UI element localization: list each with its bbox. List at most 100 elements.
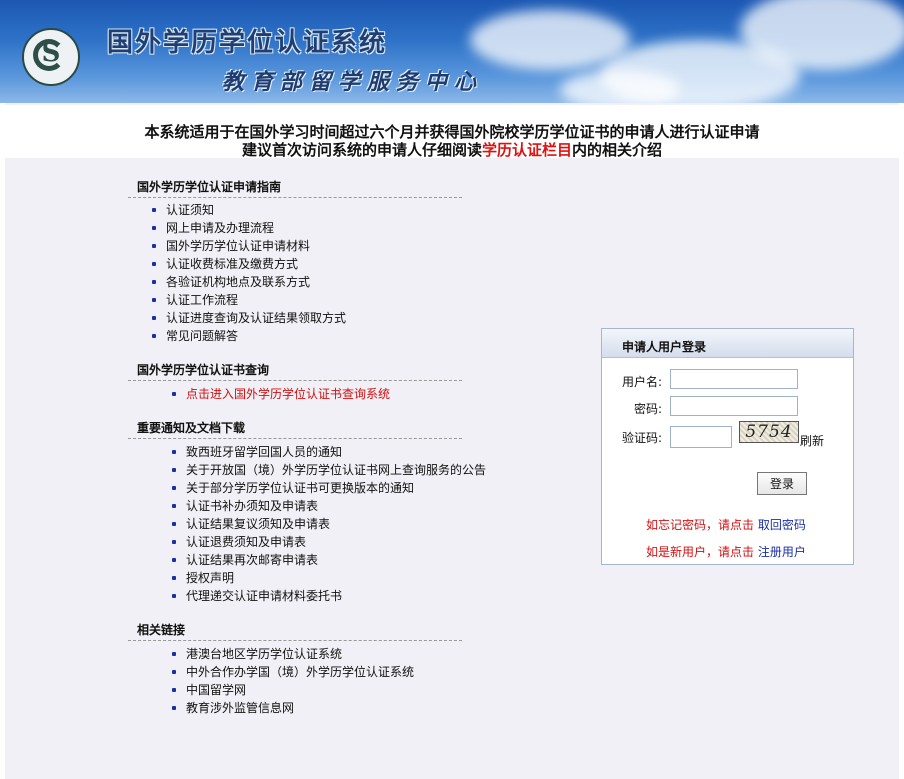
- list-item[interactable]: 认证结果再次邮寄申请表: [172, 551, 486, 569]
- list-item[interactable]: 认证工作流程: [152, 291, 346, 309]
- notice-text: 内的相关介绍: [572, 141, 663, 159]
- frame-right: [899, 103, 904, 779]
- notice-line-2: 建议首次访问系统的申请人仔细阅读学历认证栏目内的相关介绍: [5, 141, 899, 159]
- login-button[interactable]: 登录: [757, 472, 807, 495]
- bullet-icon: [152, 262, 156, 266]
- divider: [128, 438, 462, 439]
- list-item-link[interactable]: 国外学历学位认证申请材料: [166, 239, 310, 253]
- login-title: 申请人用户登录: [622, 340, 707, 354]
- list-item[interactable]: 认证结果复议须知及申请表: [172, 515, 486, 533]
- system-title: 国外学历学位认证系统: [107, 28, 388, 58]
- bullet-icon: [172, 706, 176, 710]
- list-item[interactable]: 教育涉外监管信息网: [172, 699, 414, 717]
- list-item-link[interactable]: 认证进度查询及认证结果领取方式: [166, 311, 346, 325]
- list-item[interactable]: 港澳台地区学历学位认证系统: [172, 645, 414, 663]
- notice-text: 建议首次访问系统的申请人仔细阅读: [241, 141, 482, 159]
- password-label: 密码:: [633, 402, 662, 416]
- logo-icon: S: [22, 28, 80, 86]
- list-item[interactable]: 各验证机构地点及联系方式: [152, 273, 346, 291]
- bullet-icon: [172, 504, 176, 508]
- list-item[interactable]: 关于部分学历学位认证书可更换版本的通知: [172, 479, 486, 497]
- forgot-prefix: 如忘记密码，请点击: [646, 518, 755, 532]
- list-item[interactable]: 认证须知: [152, 201, 346, 219]
- notices-list: 致西班牙留学回国人员的通知关于开放国（境）外学历学位认证书网上查询服务的公告 关于…: [172, 443, 486, 605]
- retrieve-password-link[interactable]: 取回密码: [758, 518, 806, 532]
- bullet-icon: [172, 594, 176, 598]
- list-item-link[interactable]: 网上申请及办理流程: [166, 221, 274, 235]
- section-title: 相关链接: [137, 623, 186, 637]
- username-label: 用户名:: [621, 375, 662, 389]
- bullet-icon: [172, 652, 176, 656]
- captcha-label: 验证码:: [621, 431, 662, 445]
- section-notices: 重要通知及文档下载: [128, 419, 462, 439]
- list-item[interactable]: 认证书补办须知及申请表: [172, 497, 486, 515]
- list-item-link[interactable]: 认证退费须知及申请表: [186, 535, 306, 549]
- list-item-link[interactable]: 授权声明: [186, 571, 234, 585]
- list-item-link[interactable]: 中外合作办学国（境）外学历学位认证系统: [186, 665, 414, 679]
- bullet-icon: [152, 280, 156, 284]
- list-item[interactable]: 国外学历学位认证申请材料: [152, 237, 346, 255]
- section-guide: 国外学历学位认证申请指南: [128, 178, 462, 198]
- list-item[interactable]: 致西班牙留学回国人员的通知: [172, 443, 486, 461]
- list-item[interactable]: 认证退费须知及申请表: [172, 533, 486, 551]
- list-item[interactable]: 认证进度查询及认证结果领取方式: [152, 309, 346, 327]
- list-item-link[interactable]: 认证工作流程: [166, 293, 238, 307]
- list-item-link[interactable]: 认证须知: [166, 203, 214, 217]
- list-item[interactable]: 代理递交认证申请材料委托书: [172, 587, 486, 605]
- list-item-link[interactable]: 港澳台地区学历学位认证系统: [186, 647, 342, 661]
- section-title: 国外学历学位认证书查询: [137, 363, 270, 377]
- section-links: 相关链接: [128, 621, 462, 641]
- bullet-icon: [172, 576, 176, 580]
- list-item[interactable]: 关于开放国（境）外学历学位认证书网上查询服务的公告: [172, 461, 486, 479]
- list-item[interactable]: 认证收费标准及缴费方式: [152, 255, 346, 273]
- list-item[interactable]: 点击进入国外学历学位认证书查询系统: [172, 385, 390, 403]
- list-item-link[interactable]: 代理递交认证申请材料委托书: [186, 589, 342, 603]
- list-item-link[interactable]: 认证收费标准及缴费方式: [166, 257, 298, 271]
- register-hint: 如是新用户，请点击 注册用户: [646, 543, 806, 560]
- query-list: 点击进入国外学历学位认证书查询系统: [172, 385, 390, 403]
- header-banner: S 国外学历学位认证系统 教育部留学服务中心: [0, 0, 904, 103]
- list-item-link[interactable]: 中国留学网: [186, 683, 246, 697]
- list-item-link[interactable]: 关于部分学历学位认证书可更换版本的通知: [186, 481, 414, 495]
- list-item-link[interactable]: 认证书补办须知及申请表: [186, 499, 318, 513]
- list-item[interactable]: 常见问题解答: [152, 327, 346, 345]
- notice-box: 本系统适用于在国外学习时间超过六个月并获得国外院校学历学位证书的申请人进行认证申…: [5, 105, 899, 159]
- section-title: 重要通知及文档下载: [137, 421, 246, 435]
- list-item[interactable]: 中国留学网: [172, 681, 414, 699]
- captcha-image[interactable]: 5754: [739, 421, 799, 443]
- bullet-icon: [172, 392, 176, 396]
- list-item[interactable]: 网上申请及办理流程: [152, 219, 346, 237]
- list-item-link[interactable]: 认证结果复议须知及申请表: [186, 517, 330, 531]
- list-item-link[interactable]: 致西班牙留学回国人员的通知: [186, 445, 342, 459]
- bullet-icon: [172, 468, 176, 472]
- login-header: 申请人用户登录: [602, 329, 853, 358]
- password-input[interactable]: [670, 396, 798, 416]
- divider: [128, 380, 462, 381]
- list-item-link[interactable]: 教育涉外监管信息网: [186, 701, 294, 715]
- list-item-link[interactable]: 关于开放国（境）外学历学位认证书网上查询服务的公告: [186, 463, 486, 477]
- register-link[interactable]: 注册用户: [758, 545, 806, 559]
- section-query: 国外学历学位认证书查询: [128, 361, 462, 381]
- list-item-link[interactable]: 常见问题解答: [166, 329, 238, 343]
- divider: [128, 640, 462, 641]
- captcha-input[interactable]: [670, 426, 732, 448]
- section-title: 国外学历学位认证申请指南: [137, 180, 282, 194]
- username-input[interactable]: [670, 369, 798, 389]
- bullet-icon: [172, 486, 176, 490]
- list-item-link[interactable]: 认证结果再次邮寄申请表: [186, 553, 318, 567]
- bullet-icon: [172, 450, 176, 454]
- list-item-link[interactable]: 各验证机构地点及联系方式: [166, 275, 310, 289]
- list-item[interactable]: 中外合作办学国（境）外学历学位认证系统: [172, 663, 414, 681]
- bullet-icon: [172, 540, 176, 544]
- list-item[interactable]: 授权声明: [172, 569, 486, 587]
- bullet-icon: [172, 688, 176, 692]
- notice-line-1: 本系统适用于在国外学习时间超过六个月并获得国外院校学历学位证书的申请人进行认证申…: [144, 123, 760, 141]
- refresh-captcha-link[interactable]: 刷新: [800, 432, 824, 449]
- list-item-link[interactable]: 点击进入国外学历学位认证书查询系统: [186, 387, 390, 401]
- forgot-password-hint: 如忘记密码，请点击 取回密码: [646, 516, 806, 533]
- register-prefix: 如是新用户，请点击: [646, 545, 755, 559]
- bullet-icon: [172, 558, 176, 562]
- bullet-icon: [152, 316, 156, 320]
- notice-highlight: 学历认证栏目: [481, 141, 572, 159]
- bullet-icon: [152, 334, 156, 338]
